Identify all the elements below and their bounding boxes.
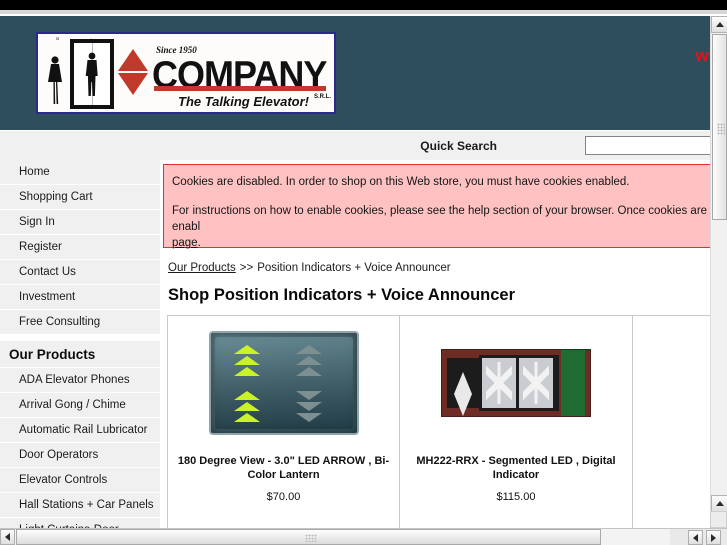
- page-body: Home Shopping Cart Sign In Register Cont…: [0, 160, 710, 529]
- sidebar-item-investment[interactable]: Investment: [0, 285, 160, 310]
- sidebar-item-automatic-rail-lubricator[interactable]: Automatic Rail Lubricator: [0, 418, 160, 443]
- main-content: Cookies are disabled. In order to shop o…: [160, 160, 710, 529]
- sidebar-item-contact-us[interactable]: Contact Us: [0, 260, 160, 285]
- product-card-3[interactable]: SA130-VXXX -: [633, 316, 710, 529]
- cookie-warning-line-1: Cookies are disabled. In order to shop o…: [172, 176, 630, 188]
- product-grid: 180 Degree View - 3.0" LED ARROW , Bi-Co…: [167, 315, 710, 529]
- search-input[interactable]: [585, 136, 710, 155]
- sidebar-item-sign-in[interactable]: Sign In: [0, 210, 160, 235]
- person-in-elevator-icon: [85, 52, 98, 96]
- product-card-2[interactable]: MH222-RRX - Segmented LED , Digital Indi…: [400, 316, 633, 529]
- logo-tiny-text-left: a: [56, 36, 60, 42]
- quick-search-bar: Quick Search: [0, 130, 710, 160]
- breadcrumb-separator: >>: [239, 262, 254, 274]
- arrow-left-icon: [5, 533, 10, 541]
- horizontal-scrollbar-grip-icon: [305, 534, 317, 542]
- window-top-black-strip: [0, 0, 727, 10]
- scroll-left-button-right[interactable]: [688, 530, 703, 545]
- cookie-warning-banner: Cookies are disabled. In order to shop o…: [163, 164, 710, 249]
- sidebar-item-free-consulting[interactable]: Free Consulting: [0, 310, 160, 335]
- logo-tagline-text: The Talking Elevator!: [178, 94, 309, 109]
- product-price-2: $115.00: [496, 491, 536, 503]
- product-name-1: 180 Degree View - 3.0" LED ARROW , Bi-Co…: [177, 455, 390, 481]
- scroll-up-button[interactable]: [711, 16, 727, 33]
- cookie-warning-period: .: [197, 237, 201, 249]
- site-header: a art: [0, 16, 710, 130]
- sidebar-item-elevator-controls[interactable]: Elevator Controls: [0, 468, 160, 493]
- cookie-help-page-link[interactable]: page: [172, 237, 198, 249]
- elevator-door-icon: [70, 39, 114, 109]
- logo-red-bar: [154, 86, 326, 91]
- horizontal-scrollbar-thumb[interactable]: [16, 529, 601, 545]
- arrow-up-icon: [715, 22, 724, 27]
- page-viewport: a art: [0, 16, 710, 529]
- vertical-scrollbar[interactable]: [710, 16, 727, 529]
- scroll-up-button-bottom[interactable]: [711, 495, 727, 512]
- sidebar-nav: Home Shopping Cart Sign In Register Cont…: [0, 160, 160, 529]
- logo-srl-text: S.R.L.: [314, 94, 332, 100]
- sidebar-item-arrival-gong-chime[interactable]: Arrival Gong / Chime: [0, 393, 160, 418]
- sidebar-item-shopping-cart[interactable]: Shopping Cart: [0, 185, 160, 210]
- page-title: Shop Position Indicators + Voice Announc…: [168, 286, 515, 304]
- arrow-right-icon: [711, 533, 716, 542]
- scrollbar-grip-icon: [717, 123, 725, 135]
- product-image-3[interactable]: [639, 307, 710, 457]
- arrow-left-icon-right: [693, 533, 698, 542]
- breadcrumb-link-our-products[interactable]: Our Products: [168, 262, 236, 274]
- sidebar-item-register[interactable]: Register: [0, 235, 160, 260]
- arrow-up-icon-bottom: [715, 501, 724, 506]
- breadcrumb-current: Position Indicators + Voice Announcer: [257, 262, 451, 274]
- sidebar-item-door-operators[interactable]: Door Operators: [0, 443, 160, 468]
- logo-up-arrow-icon: [118, 49, 148, 71]
- product-name-3: SA130-VXXX -: [639, 471, 710, 485]
- horizontal-scrollbar-track[interactable]: [15, 529, 670, 545]
- scroll-button-pair: [688, 530, 721, 545]
- sidebar-item-home[interactable]: Home: [0, 160, 160, 185]
- quick-search-label: Quick Search: [420, 139, 497, 153]
- scroll-left-button[interactable]: [0, 529, 15, 545]
- browser-window: a art: [0, 0, 727, 545]
- breadcrumb: Our Products >> Position Indicators + Voic…: [168, 262, 451, 274]
- product-card-1[interactable]: 180 Degree View - 3.0" LED ARROW , Bi-Co…: [167, 316, 400, 529]
- cookie-warning-line-2: For instructions on how to enable cookie…: [172, 205, 708, 233]
- sidebar-item-hall-stations-car-panels[interactable]: Hall Stations + Car Panels: [0, 493, 160, 518]
- bi-color-arrow-lantern-icon: [208, 330, 359, 435]
- scrollbar-corner: [710, 511, 727, 528]
- window-toolbar-strip: [0, 10, 727, 15]
- product-image-1[interactable]: [174, 325, 393, 440]
- logo-down-arrow-icon: [118, 73, 148, 95]
- sidebar-item-ada-elevator-phones[interactable]: ADA Elevator Phones: [0, 368, 160, 393]
- company-logo[interactable]: a art: [36, 32, 336, 114]
- scroll-right-button[interactable]: [706, 530, 721, 545]
- horizontal-scrollbar[interactable]: [0, 528, 727, 545]
- website-url-text: ww: [695, 46, 710, 65]
- product-name-2: MH222-RRX - Segmented LED , Digital Indi…: [416, 455, 616, 481]
- vertical-scrollbar-thumb[interactable]: [712, 34, 727, 220]
- product-price-1: $70.00: [266, 491, 301, 503]
- person-outside-elevator-icon: [48, 56, 62, 104]
- segmented-led-indicator-icon: [441, 348, 591, 417]
- sidebar-heading-our-products: Our Products: [0, 341, 160, 368]
- product-image-2[interactable]: [406, 325, 626, 440]
